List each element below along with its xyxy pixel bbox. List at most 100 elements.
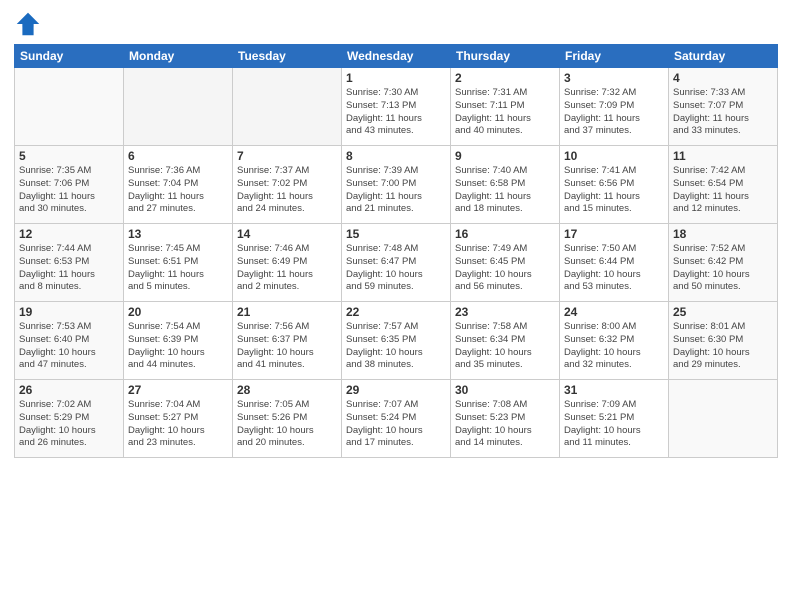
day-number: 23 (455, 305, 555, 319)
day-number: 18 (673, 227, 773, 241)
day-info: Sunrise: 7:35 AM Sunset: 7:06 PM Dayligh… (19, 165, 119, 216)
day-number: 24 (564, 305, 664, 319)
day-info: Sunrise: 7:36 AM Sunset: 7:04 PM Dayligh… (128, 165, 228, 216)
logo (14, 10, 44, 38)
day-number: 16 (455, 227, 555, 241)
day-info: Sunrise: 7:45 AM Sunset: 6:51 PM Dayligh… (128, 243, 228, 294)
day-info: Sunrise: 7:31 AM Sunset: 7:11 PM Dayligh… (455, 87, 555, 138)
calendar-cell: 11 Sunrise: 7:42 AM Sunset: 6:54 PM Dayli… (669, 146, 778, 224)
weekday-header-monday: Monday (124, 45, 233, 68)
calendar-cell: 21Sunrise: 7:56 AM Sunset: 6:37 PM Dayli… (233, 302, 342, 380)
calendar-cell: 30 Sunrise: 7:08 AM Sunset: 5:23 PM Dayli… (451, 380, 560, 458)
day-number: 6 (128, 149, 228, 163)
calendar-cell: 2 Sunrise: 7:31 AM Sunset: 7:11 PM Daylig… (451, 68, 560, 146)
day-info: Sunrise: 7:37 AM Sunset: 7:02 PM Dayligh… (237, 165, 337, 216)
day-info: Sunrise: 7:02 AM Sunset: 5:29 PM Dayligh… (19, 399, 119, 450)
weekday-header-row: SundayMondayTuesdayWednesdayThursdayFrid… (15, 45, 778, 68)
day-number: 30 (455, 383, 555, 397)
day-info: Sunrise: 7:41 AM Sunset: 6:56 PM Dayligh… (564, 165, 664, 216)
calendar-cell: 9Sunrise: 7:40 AM Sunset: 6:58 PM Daylig… (451, 146, 560, 224)
day-number: 15 (346, 227, 446, 241)
weekday-header-sunday: Sunday (15, 45, 124, 68)
day-number: 19 (19, 305, 119, 319)
day-info: Sunrise: 7:54 AM Sunset: 6:39 PM Dayligh… (128, 321, 228, 372)
logo-icon (14, 10, 42, 38)
weekday-header-thursday: Thursday (451, 45, 560, 68)
weekday-header-tuesday: Tuesday (233, 45, 342, 68)
day-info: Sunrise: 7:30 AM Sunset: 7:13 PM Dayligh… (346, 87, 446, 138)
page: SundayMondayTuesdayWednesdayThursdayFrid… (0, 0, 792, 612)
week-row-3: 12 Sunrise: 7:44 AM Sunset: 6:53 PM Dayli… (15, 224, 778, 302)
day-info: Sunrise: 7:50 AM Sunset: 6:44 PM Dayligh… (564, 243, 664, 294)
day-info: Sunrise: 7:04 AM Sunset: 5:27 PM Dayligh… (128, 399, 228, 450)
day-number: 8 (346, 149, 446, 163)
day-info: Sunrise: 7:42 AM Sunset: 6:54 PM Dayligh… (673, 165, 773, 216)
day-info: Sunrise: 7:33 AM Sunset: 7:07 PM Dayligh… (673, 87, 773, 138)
calendar-cell (233, 68, 342, 146)
day-info: Sunrise: 7:40 AM Sunset: 6:58 PM Dayligh… (455, 165, 555, 216)
day-info: Sunrise: 7:32 AM Sunset: 7:09 PM Dayligh… (564, 87, 664, 138)
day-number: 5 (19, 149, 119, 163)
calendar-cell: 17 Sunrise: 7:50 AM Sunset: 6:44 PM Dayli… (560, 224, 669, 302)
day-number: 20 (128, 305, 228, 319)
calendar-cell: 22 Sunrise: 7:57 AM Sunset: 6:35 PM Dayli… (342, 302, 451, 380)
day-number: 3 (564, 71, 664, 85)
week-row-5: 26 Sunrise: 7:02 AM Sunset: 5:29 PM Dayli… (15, 380, 778, 458)
day-number: 11 (673, 149, 773, 163)
day-number: 21 (237, 305, 337, 319)
day-number: 28 (237, 383, 337, 397)
week-row-1: 1 Sunrise: 7:30 AM Sunset: 7:13 PM Daylig… (15, 68, 778, 146)
day-info: Sunrise: 7:53 AM Sunset: 6:40 PM Dayligh… (19, 321, 119, 372)
day-info: Sunrise: 7:44 AM Sunset: 6:53 PM Dayligh… (19, 243, 119, 294)
calendar-cell: 19 Sunrise: 7:53 AM Sunset: 6:40 PM Dayli… (15, 302, 124, 380)
day-number: 29 (346, 383, 446, 397)
calendar-cell: 27Sunrise: 7:04 AM Sunset: 5:27 PM Dayli… (124, 380, 233, 458)
weekday-header-saturday: Saturday (669, 45, 778, 68)
calendar-cell: 14 Sunrise: 7:46 AM Sunset: 6:49 PM Dayli… (233, 224, 342, 302)
day-number: 25 (673, 305, 773, 319)
week-row-2: 5 Sunrise: 7:35 AM Sunset: 7:06 PM Daylig… (15, 146, 778, 224)
day-info: Sunrise: 7:49 AM Sunset: 6:45 PM Dayligh… (455, 243, 555, 294)
day-info: Sunrise: 7:48 AM Sunset: 6:47 PM Dayligh… (346, 243, 446, 294)
day-number: 14 (237, 227, 337, 241)
calendar-table: SundayMondayTuesdayWednesdayThursdayFrid… (14, 44, 778, 458)
day-info: Sunrise: 7:08 AM Sunset: 5:23 PM Dayligh… (455, 399, 555, 450)
day-info: Sunrise: 8:01 AM Sunset: 6:30 PM Dayligh… (673, 321, 773, 372)
day-info: Sunrise: 7:07 AM Sunset: 5:24 PM Dayligh… (346, 399, 446, 450)
calendar-cell (669, 380, 778, 458)
day-number: 10 (564, 149, 664, 163)
calendar-cell: 29 Sunrise: 7:07 AM Sunset: 5:24 PM Dayli… (342, 380, 451, 458)
day-info: Sunrise: 7:46 AM Sunset: 6:49 PM Dayligh… (237, 243, 337, 294)
day-number: 1 (346, 71, 446, 85)
day-info: Sunrise: 7:57 AM Sunset: 6:35 PM Dayligh… (346, 321, 446, 372)
header (14, 10, 778, 38)
calendar-cell: 12 Sunrise: 7:44 AM Sunset: 6:53 PM Dayli… (15, 224, 124, 302)
calendar-cell: 23Sunrise: 7:58 AM Sunset: 6:34 PM Dayli… (451, 302, 560, 380)
calendar-cell: 28Sunrise: 7:05 AM Sunset: 5:26 PM Dayli… (233, 380, 342, 458)
weekday-header-wednesday: Wednesday (342, 45, 451, 68)
calendar-cell: 13 Sunrise: 7:45 AM Sunset: 6:51 PM Dayli… (124, 224, 233, 302)
day-info: Sunrise: 7:52 AM Sunset: 6:42 PM Dayligh… (673, 243, 773, 294)
day-info: Sunrise: 7:39 AM Sunset: 7:00 PM Dayligh… (346, 165, 446, 216)
day-number: 22 (346, 305, 446, 319)
week-row-4: 19 Sunrise: 7:53 AM Sunset: 6:40 PM Dayli… (15, 302, 778, 380)
calendar-cell: 10 Sunrise: 7:41 AM Sunset: 6:56 PM Dayli… (560, 146, 669, 224)
calendar-cell: 1 Sunrise: 7:30 AM Sunset: 7:13 PM Daylig… (342, 68, 451, 146)
weekday-header-friday: Friday (560, 45, 669, 68)
calendar-cell: 18 Sunrise: 7:52 AM Sunset: 6:42 PM Dayli… (669, 224, 778, 302)
day-number: 12 (19, 227, 119, 241)
calendar-cell: 15 Sunrise: 7:48 AM Sunset: 6:47 PM Dayli… (342, 224, 451, 302)
day-info: Sunrise: 8:00 AM Sunset: 6:32 PM Dayligh… (564, 321, 664, 372)
day-info: Sunrise: 7:09 AM Sunset: 5:21 PM Dayligh… (564, 399, 664, 450)
day-number: 13 (128, 227, 228, 241)
day-number: 17 (564, 227, 664, 241)
day-number: 7 (237, 149, 337, 163)
calendar-cell: 3 Sunrise: 7:32 AM Sunset: 7:09 PM Daylig… (560, 68, 669, 146)
calendar-cell (124, 68, 233, 146)
calendar-cell: 16 Sunrise: 7:49 AM Sunset: 6:45 PM Dayli… (451, 224, 560, 302)
calendar-cell: 4Sunrise: 7:33 AM Sunset: 7:07 PM Daylig… (669, 68, 778, 146)
calendar-cell: 26 Sunrise: 7:02 AM Sunset: 5:29 PM Dayli… (15, 380, 124, 458)
calendar-cell: 6 Sunrise: 7:36 AM Sunset: 7:04 PM Daylig… (124, 146, 233, 224)
day-number: 26 (19, 383, 119, 397)
day-number: 2 (455, 71, 555, 85)
